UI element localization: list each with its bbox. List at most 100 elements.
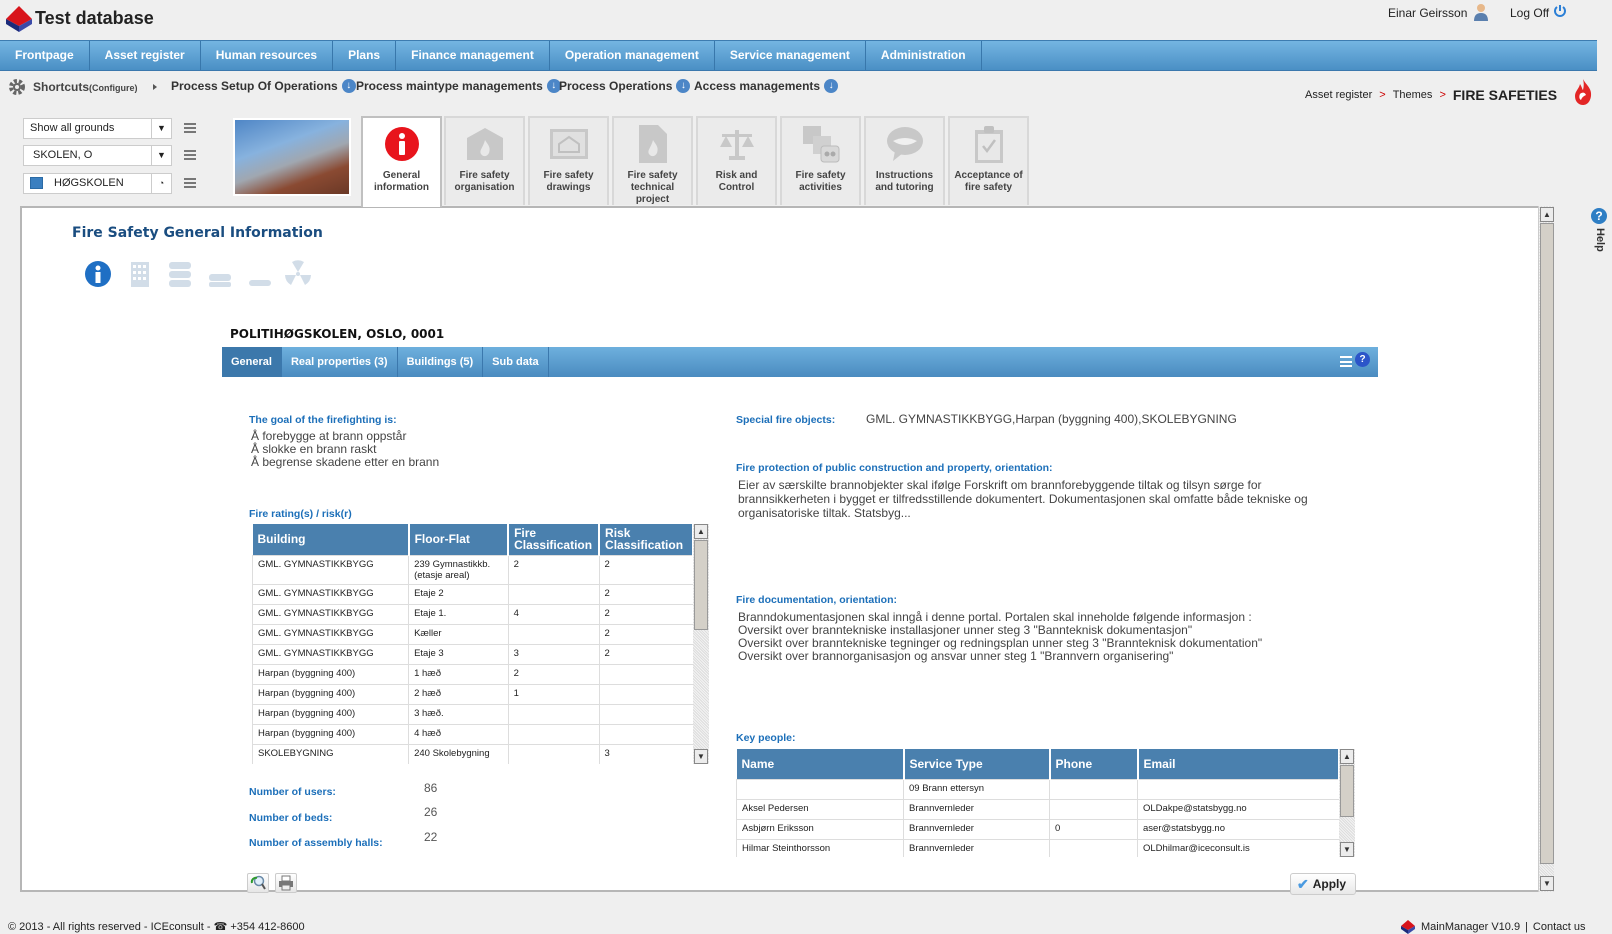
scroll-down-icon[interactable]: ▼ [1340, 842, 1354, 857]
nav-plans[interactable]: Plans [333, 41, 397, 70]
scrollbar-thumb[interactable] [1340, 765, 1354, 817]
shortcut-process-operations[interactable]: Process Operations ↓ [559, 79, 691, 93]
building-icon[interactable] [126, 260, 154, 288]
col-phone[interactable]: Phone [1049, 749, 1139, 779]
floor-icon[interactable] [206, 260, 234, 288]
col-building[interactable]: Building [252, 524, 410, 555]
shortcut-access-managements[interactable]: Access managements ↓ [694, 79, 839, 93]
nav-operation-management[interactable]: Operation management [550, 41, 715, 70]
col-floor-flat[interactable]: Floor-Flat [408, 524, 510, 555]
key-person-cell: aser@statsbygg.no [1137, 818, 1340, 840]
logoff-link[interactable]: Log Off [1510, 6, 1549, 20]
key-people-scrollbar[interactable]: ▲ ▼ [1339, 749, 1355, 857]
col-risk-classification[interactable]: Risk Classification [599, 524, 694, 555]
rating-row[interactable]: Harpan (byggning 400) 1 hæð 2 [252, 663, 694, 685]
ratings-scrollbar[interactable]: ▲ ▼ [693, 524, 709, 764]
rating-row[interactable]: Harpan (byggning 400) 2 hæð 1 [252, 683, 694, 705]
rating-row[interactable]: GML. GYMNASTIKKBYGG Etaje 1. 4 2 [252, 603, 694, 625]
rating-row[interactable]: SKOLEBYGNING 240 Skolebygning 3 [252, 743, 694, 764]
rating-cell: 2 [507, 663, 600, 685]
rating-row[interactable]: GML. GYMNASTIKKBYGG Kæller 2 [252, 623, 694, 645]
grounds-menu-icon[interactable] [184, 123, 196, 133]
page-scrollbar[interactable]: ▲ ▼ [1538, 206, 1554, 892]
key-person-row[interactable]: Aksel Pedersen Brannvernleder OLDakpe@stat… [736, 798, 1340, 820]
subtab-sub-data[interactable]: Sub data [483, 347, 549, 377]
rating-row[interactable]: GML. GYMNASTIKKBYGG Etaje 2 2 [252, 583, 694, 605]
nav-human-resources[interactable]: Human resources [201, 41, 334, 70]
subtab-buildings[interactable]: Buildings (5) [398, 347, 484, 377]
gear-icon[interactable] [8, 78, 26, 96]
download-circle-icon[interactable]: ↓ [341, 79, 356, 93]
site-select[interactable]: SKOLEN, O ▼ [23, 145, 172, 166]
floors-stack-icon[interactable] [166, 260, 194, 288]
key-person-row[interactable]: Asbjørn Eriksson Brannvernleder 0 aser@stat… [736, 818, 1340, 840]
col-service-type[interactable]: Service Type [903, 749, 1051, 779]
key-person-row[interactable]: Hilmar Steinthorsson Brannvernleder OLDhil… [736, 838, 1340, 857]
breadcrumb-themes[interactable]: Themes [1393, 89, 1433, 101]
shortcut-maintype-managements[interactable]: Process maintype managements ↓ [356, 79, 561, 93]
theme-tab-fire-safety-drawings[interactable]: Fire safety drawings [528, 116, 609, 205]
rating-cell [507, 703, 600, 725]
building-select[interactable]: HØGSKOLEN ◔ [23, 173, 172, 194]
key-person-row[interactable]: 09 Brann ettersyn [736, 778, 1340, 800]
nav-finance-management[interactable]: Finance management [396, 41, 550, 70]
chevron-down-icon[interactable]: ▼ [151, 119, 171, 138]
print-button[interactable] [275, 873, 297, 893]
theme-tab-instructions-and-tutoring[interactable]: Instructions and tutoring [864, 116, 945, 205]
nav-administration[interactable]: Administration [866, 41, 982, 70]
info-icon [384, 127, 419, 161]
contact-link[interactable]: Contact us [1533, 921, 1586, 933]
theme-tab-risk-and-control[interactable]: Risk and Control [696, 116, 777, 205]
nav-frontpage[interactable]: Frontpage [0, 41, 90, 70]
rating-row[interactable]: Harpan (byggning 400) 4 hæð [252, 723, 694, 745]
scroll-up-icon[interactable]: ▲ [1540, 207, 1554, 222]
theme-tab-fire-safety-activities[interactable]: Fire safety activities [780, 116, 861, 205]
rating-row[interactable]: GML. GYMNASTIKKBYGG Etaje 332 [252, 643, 694, 665]
radiation-icon[interactable] [284, 260, 312, 288]
download-circle-icon[interactable]: ↓ [676, 79, 691, 93]
globe-icon[interactable]: ◔ [151, 174, 171, 193]
download-circle-icon[interactable]: ↓ [824, 79, 839, 93]
scrollbar-thumb[interactable] [694, 540, 708, 630]
chevron-down-icon[interactable]: ▼ [151, 146, 171, 165]
site-menu-icon[interactable] [184, 150, 196, 160]
scroll-down-icon[interactable]: ▼ [694, 749, 708, 764]
room-icon[interactable] [246, 260, 274, 288]
help-icon[interactable]: ? [1355, 352, 1370, 367]
col-name[interactable]: Name [736, 749, 905, 779]
col-fire-classification[interactable]: Fire Classification [508, 524, 601, 555]
rating-row[interactable]: GML. GYMNASTIKKBYGG 239 Gymnastikkb. (eta… [252, 554, 694, 585]
apply-button[interactable]: ✔ Apply [1290, 873, 1356, 895]
scrollbar-thumb[interactable] [1540, 223, 1554, 864]
scroll-down-icon[interactable]: ▼ [1540, 876, 1554, 891]
scroll-up-icon[interactable]: ▲ [694, 524, 708, 539]
col-email[interactable]: Email [1137, 749, 1340, 779]
theme-tab-label: Risk and Control [715, 170, 758, 193]
rating-cell: 240 Skolebygning [408, 743, 509, 764]
theme-tab-fire-safety-organisation[interactable]: Fire safety organisation [444, 116, 525, 205]
zoom-refresh-button[interactable] [247, 873, 269, 893]
configure-link[interactable]: (Configure) [89, 83, 138, 93]
scroll-up-icon[interactable]: ▲ [1340, 749, 1354, 764]
breadcrumb-asset-register[interactable]: Asset register [1305, 89, 1372, 101]
rating-cell: Harpan (byggning 400) [252, 703, 410, 725]
info-icon[interactable] [84, 260, 112, 288]
grounds-select[interactable]: Show all grounds ▼ [23, 118, 172, 139]
subtab-general[interactable]: General [222, 347, 282, 377]
help-tab[interactable]: ? Help [1588, 208, 1612, 258]
nav-asset-register[interactable]: Asset register [90, 41, 201, 70]
rating-row[interactable]: Harpan (byggning 400) 3 hæð. [252, 703, 694, 725]
power-icon[interactable] [1553, 4, 1567, 18]
shortcut-setup-operations[interactable]: Process Setup Of Operations ↓ [171, 79, 356, 93]
menu-icon[interactable] [1340, 356, 1352, 367]
rating-cell: GML. GYMNASTIKKBYGG [252, 554, 410, 585]
user-name[interactable]: Einar Geirsson [1388, 6, 1467, 20]
theme-tab-acceptance-of-fire-safety[interactable]: Acceptance of fire safety [948, 116, 1029, 205]
theme-tab-fire-safety-technical-project[interactable]: Fire safety technical project [612, 116, 693, 205]
rating-cell: Etaje 3 [408, 643, 509, 665]
house-drawing-icon [549, 129, 588, 159]
theme-tab-general-information[interactable]: General information [361, 116, 442, 207]
nav-service-management[interactable]: Service management [715, 41, 866, 70]
building-menu-icon[interactable] [184, 178, 196, 188]
subtab-real-properties[interactable]: Real properties (3) [282, 347, 398, 377]
